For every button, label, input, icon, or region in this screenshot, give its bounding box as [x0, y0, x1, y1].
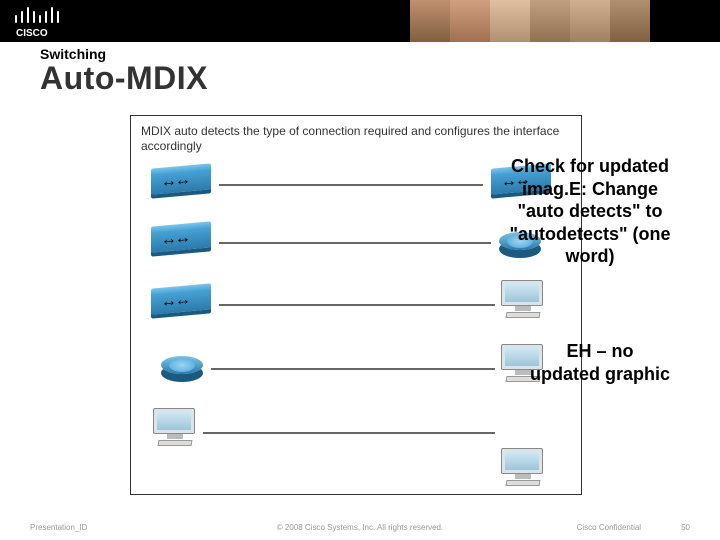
- diagram-row-switch-pc: ↔↔: [141, 274, 571, 338]
- review-note-2: EH – no updated graphic: [530, 340, 670, 385]
- footer: Presentation_ID © 2008 Cisco Systems, In…: [0, 523, 720, 532]
- pc-icon: [153, 408, 197, 448]
- cisco-logo-icon: CISCO: [10, 2, 62, 40]
- footer-confidential: Cisco Confidential: [577, 523, 641, 532]
- svg-text:CISCO: CISCO: [16, 28, 48, 39]
- header-photo-strip: [410, 0, 650, 42]
- link-line: [219, 242, 491, 244]
- footer-left: Presentation_ID: [30, 523, 87, 532]
- pc-icon: [501, 280, 545, 320]
- link-line: [211, 368, 495, 370]
- switch-icon: ↔↔: [151, 228, 211, 250]
- footer-copyright: © 2008 Cisco Systems, Inc. All rights re…: [277, 523, 443, 532]
- router-icon: [161, 356, 203, 374]
- link-line: [219, 184, 483, 186]
- slide-title: Auto-MDIX: [40, 60, 208, 97]
- figure-caption: MDIX auto detects the type of connection…: [141, 124, 571, 154]
- diagram-row-pc-pc: [141, 402, 571, 466]
- diagram-row-router-pc: [141, 338, 571, 402]
- pc-icon: [501, 448, 545, 488]
- switch-icon: ↔↔: [151, 170, 211, 192]
- review-note-1: Check for updated imag.E: Change "auto d…: [500, 155, 680, 268]
- link-line: [219, 304, 495, 306]
- link-line: [203, 432, 495, 434]
- page-number: 50: [681, 523, 690, 532]
- switch-icon: ↔↔: [151, 290, 211, 312]
- top-bar: CISCO: [0, 0, 720, 42]
